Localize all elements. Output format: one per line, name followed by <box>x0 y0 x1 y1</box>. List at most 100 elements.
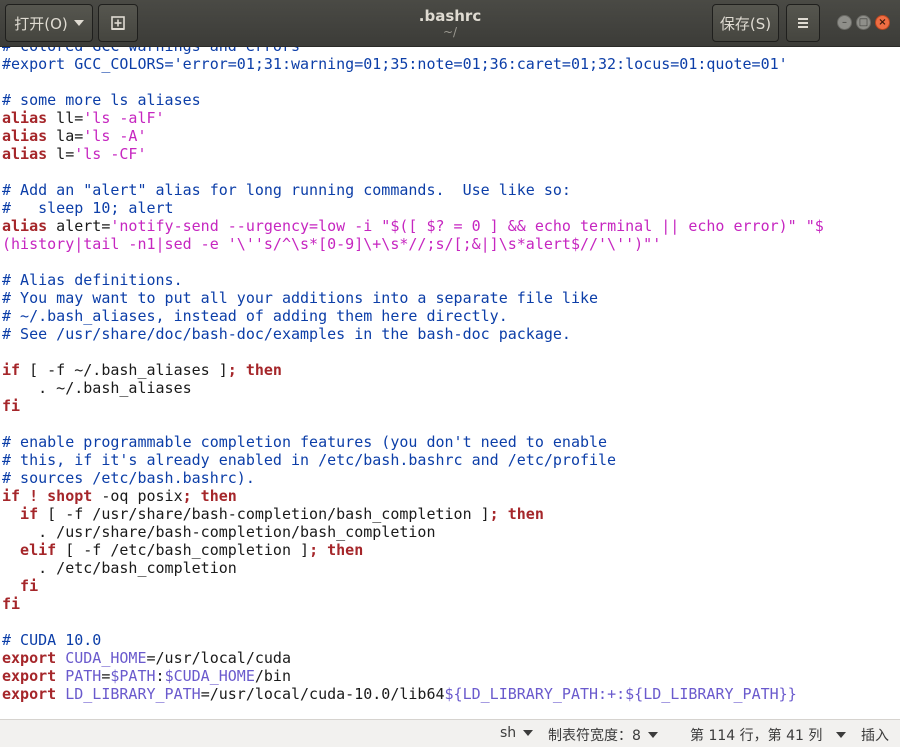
code-line[interactable]: export PATH=$PATH:$CUDA_HOME/bin <box>2 667 824 685</box>
code-token-keyword: ; then <box>182 487 237 505</box>
code-line[interactable]: # sources /etc/bash.bashrc). <box>2 469 824 487</box>
code-token-default: [ -f ~/.bash_aliases ] <box>20 361 228 379</box>
code-line[interactable]: if [ -f /usr/share/bash-completion/bash_… <box>2 505 824 523</box>
code-token-default: ll= <box>47 109 84 127</box>
code-token-keyword: alias <box>2 127 48 145</box>
code-line[interactable]: alias alert='notify-send --urgency=low -… <box>2 217 824 235</box>
code-line[interactable]: . ~/.bash_aliases <box>2 379 824 397</box>
code-line[interactable]: # Alias definitions. <box>2 271 824 289</box>
code-line[interactable]: # this, if it's already enabled in /etc/… <box>2 451 824 469</box>
code-token-string: (history|tail -n1|sed -e '\''s/^\s*[0-9]… <box>2 235 662 253</box>
code-token-default: [ -f /usr/share/bash-completion/bash_com… <box>38 505 490 523</box>
code-line[interactable] <box>2 253 824 271</box>
close-icon[interactable]: × <box>875 15 890 30</box>
code-line[interactable] <box>2 73 824 91</box>
code-token-comment: # sleep 10; alert <box>2 199 174 217</box>
code-token-keyword: ; then <box>227 361 282 379</box>
language-label: sh <box>500 725 517 741</box>
code-token-keyword: export <box>2 649 57 667</box>
cursor-position-label: 第 114 行，第 41 列 <box>690 728 823 744</box>
code-line[interactable]: # ~/.bash_aliases, instead of adding the… <box>2 307 824 325</box>
code-line[interactable]: export CUDA_HOME=/usr/local/cuda <box>2 649 824 667</box>
code-token-comment: # CUDA 10.0 <box>2 631 102 649</box>
code-token-keyword: elif <box>2 541 57 559</box>
tab-width-selector[interactable]: 制表符宽度：8 <box>548 725 658 745</box>
code-token-string: 'ls -alF' <box>83 109 165 127</box>
code-line[interactable]: alias la='ls -A' <box>2 127 824 145</box>
code-line[interactable] <box>2 343 824 361</box>
code-line[interactable]: # See /usr/share/doc/bash-doc/examples i… <box>2 325 824 343</box>
code-line[interactable]: fi <box>2 577 824 595</box>
code-token-var: $PATH <box>110 667 156 685</box>
code-token-var: $CUDA_HOME <box>164 667 255 685</box>
code-token-keyword: if ! shopt <box>2 487 93 505</box>
code-token-comment: # ~/.bash_aliases, instead of adding the… <box>2 307 508 325</box>
code-line[interactable]: if ! shopt -oq posix; then <box>2 487 824 505</box>
code-line[interactable]: . /etc/bash_completion <box>2 559 824 577</box>
cursor-position-selector[interactable]: 第 114 行，第 41 列 <box>690 725 847 745</box>
tab-width-label: 制表符宽度：8 <box>548 728 641 744</box>
code-line[interactable]: # some more ls aliases <box>2 91 824 109</box>
code-token-keyword: ; then <box>489 505 544 523</box>
code-token-comment: # sources /etc/bash.bashrc). <box>2 469 255 487</box>
code-token-default: la= <box>47 127 84 145</box>
code-token-comment: # colored GCC warnings and errors <box>2 47 300 55</box>
chevron-down-icon <box>523 730 534 736</box>
code-token-comment: # Add an "alert" alias for long running … <box>2 181 571 199</box>
code-token-default: [ -f /etc/bash_completion ] <box>56 541 310 559</box>
insert-mode-label: 插入 <box>861 728 889 744</box>
code-token-var: LD_LIBRARY_PATH <box>56 685 201 703</box>
code-line[interactable]: alias ll='ls -alF' <box>2 109 824 127</box>
code-token-comment: # some more ls aliases <box>2 91 201 109</box>
code-token-default: /bin <box>254 667 291 685</box>
code-line[interactable]: # enable programmable completion feature… <box>2 433 824 451</box>
code-token-var: CUDA_HOME <box>56 649 147 667</box>
code-token-comment: # enable programmable completion feature… <box>2 433 608 451</box>
hamburger-menu-icon <box>798 18 808 28</box>
code-line[interactable]: # CUDA 10.0 <box>2 631 824 649</box>
code-line[interactable]: # sleep 10; alert <box>2 199 824 217</box>
minimize-icon[interactable]: – <box>837 15 852 30</box>
code-token-var: PATH <box>56 667 102 685</box>
code-token-default: =/usr/local/cuda <box>146 649 292 667</box>
code-token-comment: # You may want to put all your additions… <box>2 289 599 307</box>
code-token-keyword: alias <box>2 109 48 127</box>
code-line[interactable]: #export GCC_COLORS='error=01;31:warning=… <box>2 55 824 73</box>
code-line[interactable]: # colored GCC warnings and errors <box>2 47 824 55</box>
code-token-default: . /usr/share/bash-completion/bash_comple… <box>2 523 436 541</box>
code-line[interactable]: # Add an "alert" alias for long running … <box>2 181 824 199</box>
code-line[interactable]: fi <box>2 595 824 613</box>
code-token-keyword: fi <box>2 397 21 415</box>
code-line[interactable] <box>2 163 824 181</box>
save-button[interactable]: 保存(S) <box>712 4 779 42</box>
code-line[interactable] <box>2 613 824 631</box>
code-token-default: . ~/.bash_aliases <box>2 379 192 397</box>
code-view[interactable]: # colored GCC warnings and errors#export… <box>2 47 824 703</box>
code-token-keyword: fi <box>2 577 39 595</box>
code-token-keyword: if <box>2 505 39 523</box>
code-line[interactable]: elif [ -f /etc/bash_completion ]; then <box>2 541 824 559</box>
code-token-default: : <box>155 667 165 685</box>
language-selector[interactable]: sh <box>500 725 534 741</box>
code-token-comment: # Alias definitions. <box>2 271 183 289</box>
code-token-var: ${LD_LIBRARY_PATH:+:${LD_LIBRARY_PATH}} <box>444 685 797 703</box>
code-token-string: 'ls -A' <box>83 127 147 145</box>
code-line[interactable]: export LD_LIBRARY_PATH=/usr/local/cuda-1… <box>2 685 824 703</box>
code-line[interactable]: if [ -f ~/.bash_aliases ]; then <box>2 361 824 379</box>
code-token-keyword: export <box>2 685 57 703</box>
code-token-default: l= <box>47 145 75 163</box>
menu-button[interactable] <box>786 4 820 42</box>
code-token-keyword: ; then <box>309 541 364 559</box>
code-token-default: . /etc/bash_completion <box>2 559 237 577</box>
maximize-icon[interactable]: □ <box>856 15 871 30</box>
code-token-default: alert= <box>47 217 111 235</box>
text-editor[interactable]: # colored GCC warnings and errors#export… <box>0 47 900 719</box>
code-line[interactable]: alias l='ls -CF' <box>2 145 824 163</box>
code-token-comment: # this, if it's already enabled in /etc/… <box>2 451 617 469</box>
code-line[interactable]: # You may want to put all your additions… <box>2 289 824 307</box>
code-line[interactable]: (history|tail -n1|sed -e '\''s/^\s*[0-9]… <box>2 235 824 253</box>
code-line[interactable] <box>2 415 824 433</box>
code-token-keyword: fi <box>2 595 21 613</box>
code-line[interactable]: fi <box>2 397 824 415</box>
code-line[interactable]: . /usr/share/bash-completion/bash_comple… <box>2 523 824 541</box>
